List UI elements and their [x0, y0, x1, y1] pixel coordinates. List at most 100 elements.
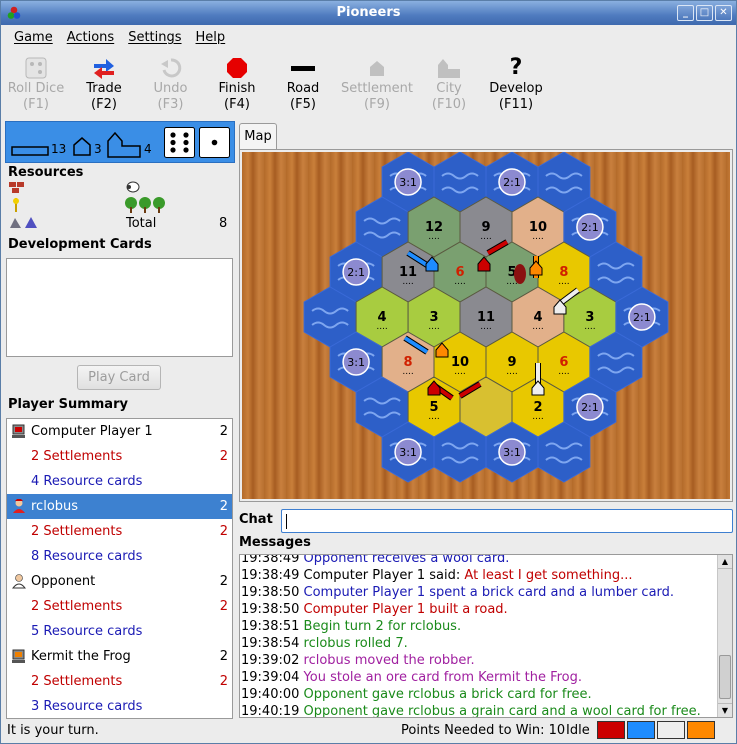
player-summary-list[interactable]: Computer Player 1 2 2 Settlements 2 4 Reso…	[6, 418, 233, 719]
computer-player-icon	[12, 649, 25, 663]
probability-dots: ....	[558, 367, 569, 377]
probability-dots: ....	[376, 322, 387, 332]
messages-log[interactable]: 19:38:49 Opponent receives a wool card. 1…	[239, 554, 733, 718]
city-button[interactable]: City (F10)	[418, 51, 480, 117]
cities-remaining: 4	[144, 142, 152, 156]
settlements-row[interactable]: 2 Settlements 2	[7, 669, 232, 694]
player-points: 2	[219, 574, 228, 589]
menu-game[interactable]: Game	[7, 30, 60, 45]
resources-heading: Resources	[8, 165, 84, 180]
undo-button[interactable]: Undo (F3)	[137, 51, 204, 117]
message-time: 19:38:51	[241, 619, 304, 634]
left-panel: 13 3 4 Resources Total 8 Development Car…	[5, 121, 235, 719]
points-needed: Points Needed to Win: 10	[401, 723, 566, 738]
finish-key: (F4)	[224, 97, 250, 112]
settlements-text: 2 Settlements	[31, 674, 123, 689]
board-svg[interactable]: 3:1 2:112....9....10....2:12:1 11....6....…	[242, 151, 730, 499]
scroll-up-button[interactable]: ▲	[718, 555, 732, 569]
port-ratio: 2:1	[503, 176, 521, 189]
settlements-count: 2	[219, 449, 228, 464]
finish-button[interactable]: Finish (F4)	[204, 51, 270, 117]
maximize-button[interactable]: □	[696, 5, 713, 21]
messages-list: 19:38:49 Opponent receives a wool card. 1…	[240, 555, 732, 718]
tab-map[interactable]: Map	[239, 123, 277, 150]
play-card-button[interactable]: Play Card	[77, 365, 161, 390]
menu-settings[interactable]: Settings	[121, 30, 188, 45]
settlements-text: 2 Settlements	[31, 599, 123, 614]
resource-cards-row[interactable]: 5 Resource cards	[7, 619, 232, 644]
menu-bar: Game Actions Settings Help	[1, 25, 736, 49]
probability-dots: ....	[402, 277, 413, 287]
undo-label: Undo	[153, 81, 188, 96]
close-button[interactable]: ✕	[715, 5, 732, 21]
settlement-label: Settlement	[340, 81, 414, 96]
probability-dots: ....	[558, 277, 569, 287]
player-color-swatch	[657, 721, 685, 739]
player-name: rclobus	[31, 499, 79, 514]
ore-icon	[10, 217, 37, 228]
message-line: 19:38:49 Opponent receives a wool card.	[240, 555, 732, 567]
menu-help[interactable]: Help	[189, 30, 233, 45]
message-line: 19:39:02 rclobus moved the robber.	[240, 652, 732, 669]
scroll-down-button[interactable]: ▼	[718, 703, 732, 717]
minimize-button[interactable]: _	[677, 5, 694, 21]
city-key: (F10)	[431, 97, 467, 112]
road-piece-icon	[11, 146, 49, 156]
message-time: 19:38:50	[241, 585, 304, 600]
trade-label: Trade	[86, 81, 122, 96]
chat-input[interactable]	[281, 509, 733, 533]
trade-key: (F2)	[91, 97, 117, 112]
resource-cards-row[interactable]: 8 Resource cards	[7, 544, 232, 569]
message-line: 19:40:19 Opponent gave rclobus a grain c…	[240, 703, 732, 718]
resource-cards-text: 3 Resource cards	[31, 699, 143, 714]
settlement-button[interactable]: Settlement (F9)	[336, 51, 418, 117]
message-text: Opponent gave rclobus a brick card for f…	[303, 687, 592, 702]
roll-dice-button[interactable]: Roll Dice (F1)	[1, 51, 71, 117]
player-row[interactable]: Opponent 2	[7, 569, 232, 594]
player-row[interactable]: Kermit the Frog 2	[7, 644, 232, 669]
trade-icon	[94, 59, 114, 79]
message-time: 19:39:04	[241, 670, 304, 685]
settlement-icon	[370, 61, 384, 76]
messages-label: Messages	[239, 535, 311, 550]
message-text: You stole an ore card from Kermit the Fr…	[303, 670, 583, 685]
dev-cards-list[interactable]	[6, 258, 233, 357]
player-name: Kermit the Frog	[31, 649, 131, 664]
opponent-player-icon	[11, 574, 27, 589]
grain-icon	[13, 198, 19, 212]
scroll-thumb[interactable]	[719, 655, 731, 699]
port-ratio: 2:1	[581, 221, 599, 234]
settlements-row[interactable]: 2 Settlements 2	[7, 444, 232, 469]
window-title: Pioneers	[336, 5, 401, 20]
messages-scrollbar[interactable]: ▲ ▼	[717, 555, 732, 717]
settlements-row[interactable]: 2 Settlements 2	[7, 519, 232, 544]
game-board[interactable]: 3:1 2:1 12.... 9.... 10.... 2:1 2:1 11.... 6....…	[242, 151, 730, 499]
road-button[interactable]: Road (F5)	[270, 51, 336, 117]
player-row-selected[interactable]: rclobus 2	[7, 494, 232, 519]
probability-dots: ....	[428, 232, 439, 242]
trade-button[interactable]: Trade (F2)	[71, 51, 137, 117]
menu-actions[interactable]: Actions	[60, 30, 122, 45]
player-row[interactable]: Computer Player 1 2	[7, 419, 232, 444]
player-color-swatch	[627, 721, 655, 739]
road-label: Road	[286, 81, 320, 96]
title-bar[interactable]: Pioneers _ □ ✕	[1, 1, 736, 25]
resource-cards-text: 4 Resource cards	[31, 474, 143, 489]
wool-icon	[126, 181, 140, 193]
develop-label: Develop	[489, 81, 543, 96]
probability-dots: ....	[480, 322, 491, 332]
settlements-row[interactable]: 2 Settlements 2	[7, 594, 232, 619]
message-text: Opponent gave rclobus a grain card and a…	[303, 704, 701, 718]
player-points: 2	[219, 499, 228, 514]
resource-cards-row[interactable]: 4 Resource cards	[7, 469, 232, 494]
develop-button[interactable]: ? Develop (F11)	[480, 51, 552, 117]
resource-cards-row[interactable]: 3 Resource cards	[7, 694, 232, 718]
map-panel: 3:1 2:1 12.... 9.... 10.... 2:1 2:1 11.... 6....…	[239, 149, 733, 502]
die-one-icon	[199, 127, 230, 158]
port-ratio: 3:1	[399, 176, 417, 189]
dice-icon	[25, 57, 47, 79]
message-time: 19:39:02	[241, 653, 304, 668]
status-bar: It is your turn. Points Needed to Win: 1…	[1, 720, 736, 744]
port-ratio: 2:1	[347, 266, 365, 279]
message-text: Computer Player 1 spent a brick card and…	[303, 585, 675, 600]
